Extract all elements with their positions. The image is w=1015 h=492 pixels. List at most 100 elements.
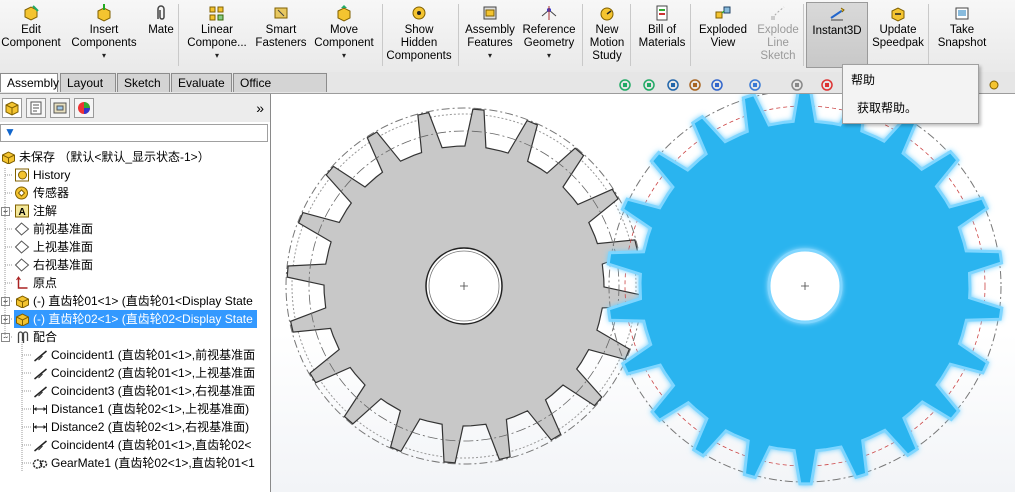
previous-view-icon[interactable] — [666, 78, 682, 92]
show-hidden-button[interactable]: Show Hidden Components — [386, 2, 452, 68]
tab-office-products[interactable]: Office Products — [233, 73, 327, 109]
mate-item-1-label: Coincident2 (直齿轮01<1>,上视基准面 — [51, 366, 256, 380]
linear-component-button[interactable]: Linear Compone... ▾ — [187, 2, 247, 68]
tree-expander-icon[interactable]: − — [1, 333, 10, 342]
smart-fasteners-icon — [272, 4, 290, 22]
tree-item-8[interactable]: (-) 直齿轮02<1> (直齿轮02<Display State — [14, 310, 257, 328]
tab-sketch[interactable]: Sketch — [117, 73, 170, 92]
smart-fasteners-button[interactable]: Smart Fasteners — [252, 2, 310, 68]
gear-mate-icon — [32, 456, 48, 470]
tree-item-9-label: 配合 — [33, 330, 58, 344]
dropdown-arrow-icon[interactable]: ▾ — [488, 52, 492, 60]
mate-item-0[interactable]: Coincident1 (直齿轮01<1>,前视基准面 — [32, 346, 255, 364]
mate-item-5[interactable]: Coincident4 (直齿轮01<1>,直齿轮02< — [32, 436, 251, 454]
linear-pattern-icon — [208, 4, 226, 22]
ribbon-separator — [178, 4, 179, 66]
ribbon-separator — [382, 4, 383, 66]
distance-icon — [32, 420, 48, 434]
tree-item-6[interactable]: 原点 — [14, 274, 57, 292]
tree-item-2[interactable]: A 注解 — [14, 202, 57, 220]
tree-filter-input[interactable]: ▼ — [0, 124, 268, 142]
mate-item-3-label: Distance1 (直齿轮02<1>,上视基准面) — [51, 402, 250, 416]
tree-item-3[interactable]: 前视基准面 — [14, 220, 93, 238]
svg-text:A: A — [19, 207, 26, 218]
show-hidden-label: Show Hidden Components — [386, 24, 452, 62]
assembly-features-button[interactable]: Assembly Features ▾ — [462, 2, 518, 68]
mate-item-2[interactable]: Coincident3 (直齿轮01<1>,右视基准面 — [32, 382, 255, 400]
tree-root-assembly[interactable]: 未保存 （默认<默认_显示状态-1>） — [0, 148, 210, 166]
zoom-area-icon[interactable] — [642, 78, 658, 92]
spur-gear-01[interactable] — [285, 107, 643, 465]
hide-show-icon[interactable] — [790, 78, 806, 92]
exploded-view-button[interactable]: Exploded View — [694, 2, 752, 68]
mate-label: Mate — [148, 24, 174, 36]
dropdown-arrow-icon[interactable]: ▾ — [102, 52, 106, 60]
assembly-features-label: Assembly Features — [465, 24, 515, 49]
take-snapshot-button[interactable]: Take Snapshot — [932, 2, 992, 68]
coincident-icon — [32, 348, 48, 362]
mate-item-1[interactable]: Coincident2 (直齿轮01<1>,上视基准面 — [32, 364, 255, 382]
appearance-tab-icon[interactable] — [74, 98, 94, 118]
view-settings-icon[interactable] — [986, 78, 1002, 92]
mate-item-6[interactable]: GearMate1 (直齿轮02<1>,直齿轮01<1 — [32, 454, 255, 472]
mate-item-4-label: Distance2 (直齿轮02<1>,右视基准面) — [51, 420, 250, 434]
mate-button[interactable]: Mate — [146, 2, 176, 68]
property-manager-tab-icon[interactable] — [26, 98, 46, 118]
zoom-to-fit-icon[interactable] — [618, 78, 634, 92]
tree-expander-icon[interactable]: + — [1, 297, 10, 306]
tree-item-4-label: 上视基准面 — [33, 240, 94, 254]
configuration-manager-tab-icon[interactable] — [50, 98, 70, 118]
reference-geometry-button[interactable]: Reference Geometry ▾ — [520, 2, 578, 68]
feature-manager-tab-icon[interactable] — [2, 98, 22, 118]
edit-component-button[interactable]: Edit Component — [0, 2, 62, 68]
tree-item-5[interactable]: 右视基准面 — [14, 256, 93, 274]
help-tooltip: 帮助 获取帮助。 — [842, 64, 979, 124]
section-view-icon[interactable] — [688, 78, 704, 92]
tree-item-8-label: (-) 直齿轮02<1> (直齿轮02<Display State — [33, 312, 253, 326]
history-icon — [14, 168, 30, 182]
tab-layout[interactable]: Layout — [60, 73, 116, 92]
tooltip-title: 帮助 — [851, 73, 876, 87]
spur-gear-02-selected[interactable] — [606, 94, 1004, 486]
more-tabs-icon[interactable]: » — [256, 100, 264, 116]
explode-line-sketch-icon — [769, 4, 787, 22]
bill-of-materials-button[interactable]: Bill of Materials — [634, 2, 690, 68]
part-icon — [14, 294, 30, 309]
view-orientation-icon[interactable] — [710, 78, 726, 92]
tree-item-4[interactable]: 上视基准面 — [14, 238, 93, 256]
tree-item-0[interactable]: History — [14, 166, 70, 184]
appearance-icon[interactable] — [820, 78, 836, 92]
insert-components-button[interactable]: Insert Components ▾ — [62, 2, 146, 68]
tree-item-7[interactable]: (-) 直齿轮01<1> (直齿轮01<Display State — [14, 292, 253, 310]
panel-tab-bar: » — [0, 94, 270, 122]
graphics-viewport[interactable] — [271, 94, 1015, 492]
move-component-button[interactable]: Move Component ▾ — [312, 2, 376, 68]
tree-item-9[interactable]: 配合 — [14, 328, 57, 346]
tree-item-5-label: 右视基准面 — [33, 258, 94, 272]
move-component-label: Move Component — [314, 24, 374, 49]
dropdown-arrow-icon[interactable]: ▾ — [342, 52, 346, 60]
plane-icon — [14, 222, 30, 236]
update-speedpak-button[interactable]: Update Speedpak — [870, 2, 926, 68]
ribbon-separator — [458, 4, 459, 66]
tree-expander-icon[interactable]: + — [1, 315, 10, 324]
tree-item-0-label: History — [33, 168, 71, 182]
dropdown-arrow-icon[interactable]: ▾ — [215, 52, 219, 60]
dropdown-arrow-icon[interactable]: ▾ — [547, 52, 551, 60]
ribbon-separator — [928, 4, 929, 66]
tree-expander-icon[interactable]: + — [1, 207, 10, 216]
tree-item-1[interactable]: 传感器 — [14, 184, 69, 202]
instant3d-button[interactable]: Instant3D — [806, 2, 868, 68]
tooltip-description: 获取帮助。 — [857, 101, 918, 115]
explode-line-sketch-button[interactable]: Explode Line Sketch — [754, 2, 802, 68]
tab-evaluate[interactable]: Evaluate — [171, 73, 232, 92]
mate-item-4[interactable]: Distance2 (直齿轮02<1>,右视基准面) — [32, 418, 249, 436]
tab-assembly[interactable]: Assembly — [0, 73, 59, 92]
mate-item-3[interactable]: Distance1 (直齿轮02<1>,上视基准面) — [32, 400, 249, 418]
display-style-icon[interactable] — [748, 78, 764, 92]
new-motion-study-button[interactable]: New Motion Study — [586, 2, 628, 68]
filter-icon: ▼ — [4, 125, 16, 139]
sensor-icon — [14, 186, 30, 200]
exploded-view-icon — [714, 4, 732, 22]
command-manager-ribbon: Edit Component Insert Components ▾ Mate Line… — [0, 0, 1015, 73]
